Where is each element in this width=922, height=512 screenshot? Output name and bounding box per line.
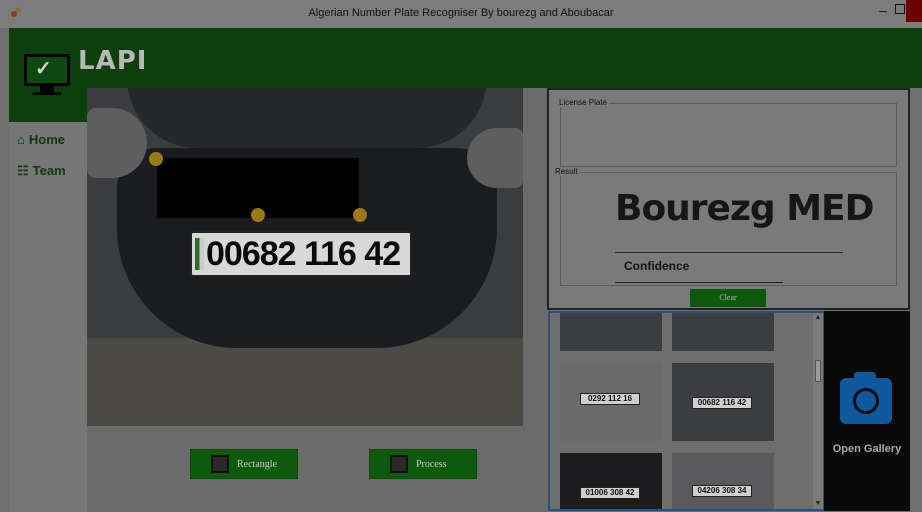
divider xyxy=(615,252,843,253)
scroll-down-icon[interactable]: ▼ xyxy=(813,500,823,507)
sidebar-item-home[interactable]: ⌂ Home xyxy=(17,132,65,147)
confidence-label: Confidence xyxy=(624,259,690,273)
selection-handle[interactable] xyxy=(149,152,163,166)
plate-number: 00682 116 42 xyxy=(206,235,401,273)
home-icon: ⌂ xyxy=(17,132,25,147)
result-label: Result xyxy=(553,167,580,176)
close-button[interactable] xyxy=(906,0,922,22)
thumbnail-plate: 00682 116 42 xyxy=(692,397,752,409)
process-button-label: Process xyxy=(416,459,447,470)
gallery-thumbnail[interactable] xyxy=(560,313,662,351)
divider xyxy=(615,282,783,283)
result-name: Bourezg MED xyxy=(615,188,875,229)
check-icon: ✓ xyxy=(35,58,52,80)
sidebar-item-label: Team xyxy=(32,163,66,178)
camera-icon[interactable] xyxy=(840,372,892,424)
process-button[interactable]: Process xyxy=(369,449,477,479)
thumbnail-plate: 01006 308 42 xyxy=(580,487,640,499)
chip-icon xyxy=(390,455,408,473)
flag-icon xyxy=(195,238,204,270)
gallery-thumbnail[interactable]: 00682 116 42 xyxy=(672,363,774,441)
headlight-right xyxy=(467,128,523,188)
gallery-thumbnail[interactable]: 04206 308 34 xyxy=(672,453,774,509)
car-hood xyxy=(127,88,487,148)
rectangle-button[interactable]: Rectangle xyxy=(190,449,298,479)
gallery-thumbnail[interactable] xyxy=(672,313,774,351)
scroll-thumb[interactable] xyxy=(815,360,821,382)
license-plate-field[interactable] xyxy=(560,103,897,167)
maximize-button[interactable] xyxy=(895,4,905,14)
brand-title: LAPI xyxy=(78,46,148,76)
sidebar-item-team[interactable]: ☷ Team xyxy=(17,163,66,179)
scroll-up-icon[interactable]: ▲ xyxy=(813,314,823,321)
gallery-list[interactable]: 0292 112 16 00682 116 42 01006 308 42 04… xyxy=(548,311,824,511)
thumbnail-plate: 0292 112 16 xyxy=(580,393,640,405)
minimize-button[interactable]: – xyxy=(876,2,890,18)
ground xyxy=(87,338,523,426)
camera-top xyxy=(854,372,876,380)
thumbnail-plate: 04206 308 34 xyxy=(692,485,752,497)
open-gallery-label: Open Gallery xyxy=(832,443,902,455)
number-plate: 00682 116 42 xyxy=(190,231,412,277)
car-image[interactable]: 00682 116 42 xyxy=(87,88,523,426)
window-title: Algerian Number Plate Recogniser By bour… xyxy=(308,7,614,19)
rectangle-icon xyxy=(211,455,229,473)
sidebar xyxy=(9,122,87,512)
clear-button[interactable]: Clear xyxy=(690,289,766,307)
window-border xyxy=(910,88,922,512)
license-plate-label: License Plate xyxy=(557,98,610,107)
title-bar: Algerian Number Plate Recogniser By bour… xyxy=(0,0,922,28)
camera-lens xyxy=(853,388,879,414)
team-icon: ☷ xyxy=(17,163,29,178)
selection-handle[interactable] xyxy=(251,208,265,222)
gallery-thumbnail[interactable]: 01006 308 42 xyxy=(560,453,662,509)
gallery-thumbnail[interactable]: 0292 112 16 xyxy=(560,363,662,441)
selection-handle[interactable] xyxy=(353,208,367,222)
gallery-scrollbar[interactable] xyxy=(813,313,823,509)
sidebar-item-label: Home xyxy=(28,132,65,147)
monitor-base xyxy=(33,92,61,95)
rectangle-button-label: Rectangle xyxy=(237,459,277,470)
